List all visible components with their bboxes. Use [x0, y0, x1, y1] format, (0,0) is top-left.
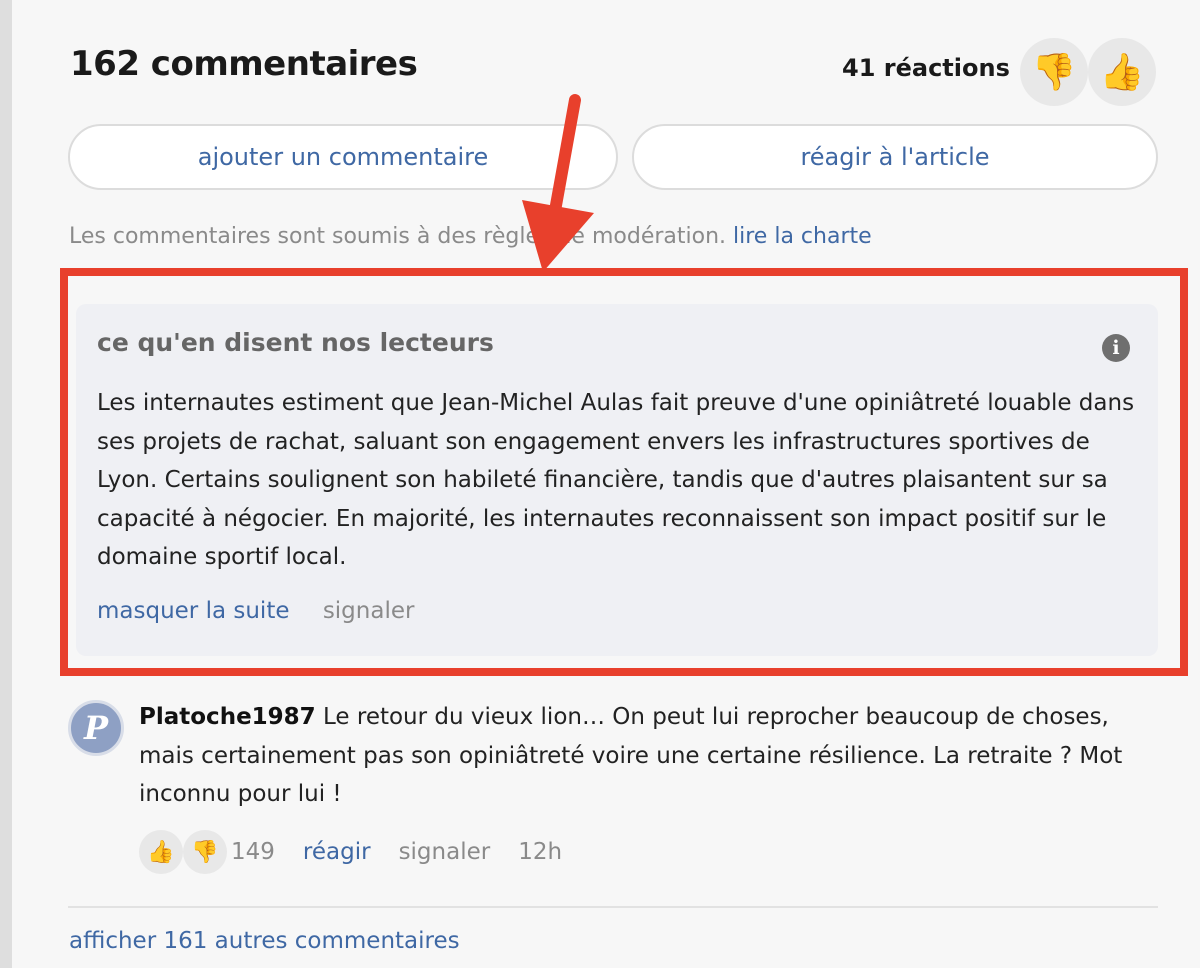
reactions-count: 41 réactions: [842, 54, 1010, 82]
comment-reaction-count: 149: [231, 839, 275, 865]
divider: [68, 906, 1158, 908]
thumbs-up-icon[interactable]: 👍: [1088, 38, 1156, 106]
moderation-notice: Les commentaires sont soumis à des règle…: [69, 224, 872, 249]
moderation-text: Les commentaires sont soumis à des règle…: [69, 224, 734, 249]
reply-link[interactable]: réagir: [303, 839, 371, 865]
highlight-frame: [60, 268, 1188, 676]
comment-meta: 👍 👎 149 réagir signaler 12h: [139, 830, 562, 874]
comment-timestamp: 12h: [518, 839, 563, 865]
thumbs-up-icon[interactable]: 👍: [139, 830, 183, 874]
report-comment-link[interactable]: signaler: [399, 839, 491, 865]
left-rail: [0, 0, 12, 968]
show-more-comments-link[interactable]: afficher 161 autres commentaires: [69, 928, 460, 954]
add-comment-button[interactable]: ajouter un commentaire: [68, 124, 618, 190]
react-article-button[interactable]: réagir à l'article: [632, 124, 1158, 190]
avatar[interactable]: P: [68, 700, 124, 756]
comments-count-title: 162 commentaires: [70, 44, 418, 84]
thumbs-down-icon[interactable]: 👎: [183, 830, 227, 874]
comment-author[interactable]: Platoche1987: [139, 704, 316, 730]
thumbs-down-icon[interactable]: 👎: [1020, 38, 1088, 106]
charter-link[interactable]: lire la charte: [733, 224, 872, 249]
comment-body: Platoche1987 Le retour du vieux lion… On…: [139, 698, 1129, 814]
